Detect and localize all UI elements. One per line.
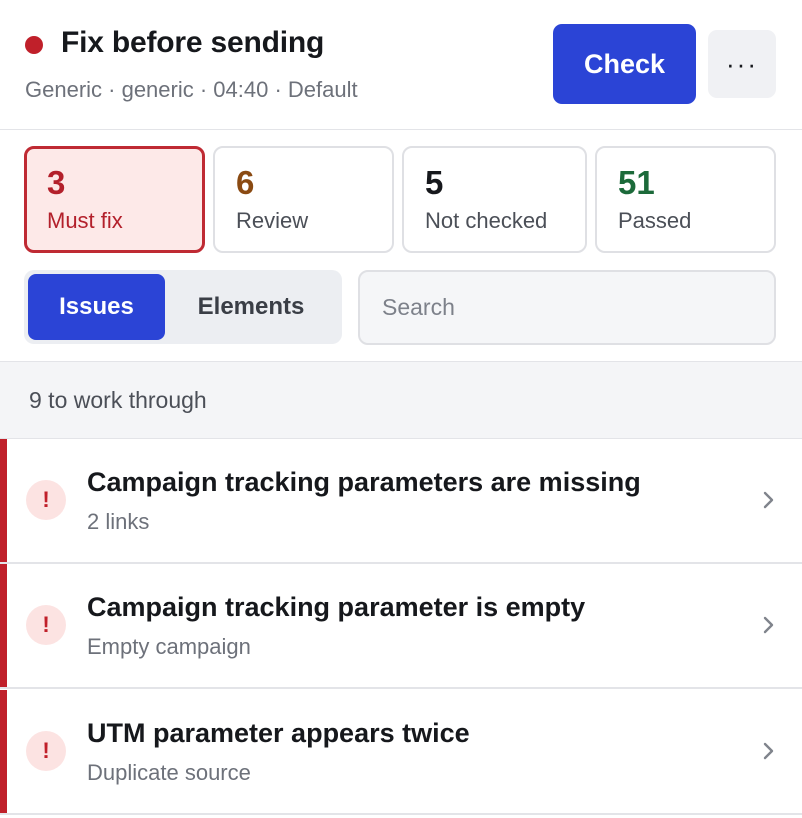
- stat-not-checked-value: 5: [425, 164, 444, 201]
- issue-row[interactable]: ! UTM parameter appears twice Duplicate …: [0, 690, 802, 815]
- stat-card-not-checked[interactable]: 5 Not checked: [402, 146, 587, 253]
- stat-card-must-fix[interactable]: 3 Must fix: [24, 146, 205, 253]
- alert-icon: !: [26, 605, 66, 645]
- alert-icon: !: [26, 731, 66, 771]
- chevron-right-icon: [763, 616, 774, 634]
- stat-passed-value: 51: [618, 164, 655, 201]
- search-input[interactable]: [358, 270, 776, 345]
- issue-title: UTM parameter appears twice: [87, 718, 470, 748]
- alert-icon: !: [26, 480, 66, 520]
- severity-bar: [0, 690, 7, 813]
- stat-not-checked-label: Not checked: [425, 208, 548, 233]
- more-icon: ···: [726, 48, 758, 79]
- issue-row[interactable]: ! Campaign tracking parameter is empty E…: [0, 564, 802, 689]
- stat-must-fix-label: Must fix: [47, 208, 123, 233]
- tab-elements[interactable]: Elements: [169, 274, 333, 340]
- issue-subtitle: Duplicate source: [87, 760, 251, 785]
- page-title: Fix before sending: [61, 26, 325, 59]
- chevron-right-icon: [763, 491, 774, 509]
- issue-subtitle: Empty campaign: [87, 634, 251, 659]
- stat-card-passed[interactable]: 51 Passed: [595, 146, 776, 253]
- checker-panel: Fix before sending Generic · generic · 0…: [0, 0, 802, 818]
- issue-title: Campaign tracking parameter is empty: [87, 592, 586, 622]
- panel-header: Fix before sending Generic · generic · 0…: [0, 0, 802, 130]
- stat-review-label: Review: [236, 208, 309, 233]
- stat-card-review[interactable]: 6 Review: [213, 146, 394, 253]
- status-dot: [25, 36, 43, 54]
- chevron-right-icon: [763, 742, 774, 760]
- issue-row[interactable]: ! Campaign tracking parameters are missi…: [0, 439, 802, 564]
- page-subtitle: Generic · generic · 04:40 · Default: [25, 77, 358, 102]
- issue-title: Campaign tracking parameters are missing: [87, 467, 641, 497]
- issues-count-label: 9 to work through: [29, 387, 207, 413]
- severity-bar: [0, 564, 7, 687]
- stat-must-fix-value: 3: [47, 164, 66, 201]
- severity-bar: [0, 439, 7, 562]
- tab-issues[interactable]: Issues: [28, 274, 165, 340]
- stat-review-value: 6: [236, 164, 255, 201]
- stat-passed-label: Passed: [618, 208, 692, 233]
- check-button[interactable]: Check: [553, 24, 696, 104]
- issues-section-header: 9 to work through: [0, 361, 802, 439]
- more-options-button[interactable]: ···: [708, 30, 776, 98]
- issue-subtitle: 2 links: [87, 509, 150, 534]
- view-toggle: Issues Elements: [24, 270, 342, 344]
